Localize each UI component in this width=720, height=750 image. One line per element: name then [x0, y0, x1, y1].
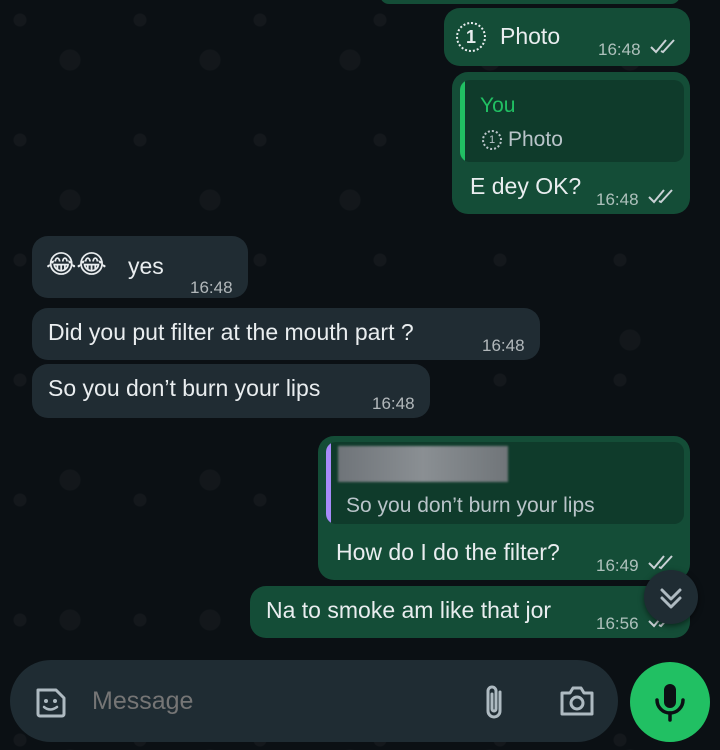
double-check-icon	[648, 555, 673, 570]
message-time: 16:48	[596, 190, 639, 209]
message-time: 16:49	[596, 556, 639, 575]
blurred-author	[338, 446, 508, 482]
emoji-laughing: 😂😂	[46, 249, 107, 279]
message-bubble-photo[interactable]: 1 Photo 16:48	[444, 8, 690, 66]
message-time: 16:48	[482, 336, 525, 355]
quoted-message[interactable]: You 1 Photo	[460, 80, 684, 162]
double-check-icon	[648, 189, 673, 204]
quote-bar	[326, 442, 331, 524]
message-bubble-outgoing[interactable]: Na to smoke am like that jor 16:56	[250, 586, 690, 638]
message-text: E dey OK?	[470, 173, 582, 199]
message-composer[interactable]	[10, 660, 618, 742]
scroll-down-icon	[660, 588, 682, 609]
quoted-message[interactable]: So you don’t burn your lips	[326, 442, 684, 524]
message-time: 16:48	[598, 40, 641, 59]
double-check-icon	[650, 39, 675, 54]
quote-text: So you don’t burn your lips	[346, 494, 595, 517]
message-bubble-incoming[interactable]: 😂😂 yes 16:48	[32, 236, 248, 298]
quote-author: You	[480, 94, 516, 117]
message-bubble-incoming[interactable]: So you don’t burn your lips 16:48	[32, 364, 430, 418]
voice-record-button[interactable]	[630, 662, 710, 742]
previous-message-bubble[interactable]	[380, 0, 680, 4]
message-text: yes	[128, 253, 164, 279]
message-bubble-reply[interactable]: So you don’t burn your lips How do I do …	[318, 436, 690, 580]
sticker-icon[interactable]	[32, 684, 68, 720]
attach-icon[interactable]	[480, 682, 510, 722]
message-text: How do I do the filter?	[336, 539, 560, 565]
quote-bar	[460, 80, 465, 162]
message-bubble-incoming[interactable]: Did you put filter at the mouth part ? 1…	[32, 308, 540, 360]
message-input[interactable]	[90, 680, 454, 722]
message-time: 16:48	[190, 278, 233, 297]
message-text: Photo	[500, 23, 561, 49]
view-once-icon[interactable]: 1	[456, 22, 486, 52]
message-bubble-reply[interactable]: You 1 Photo E dey OK? 16:48	[452, 72, 690, 214]
message-text: Na to smoke am like that jor	[266, 597, 552, 623]
scroll-down-button[interactable]	[644, 570, 698, 624]
message-text: Did you put filter at the mouth part ?	[48, 319, 414, 345]
message-text: So you don’t burn your lips	[48, 375, 321, 401]
mic-icon	[655, 684, 685, 722]
camera-icon[interactable]	[558, 684, 596, 718]
quote-text: Photo	[508, 128, 563, 151]
message-time: 16:56	[596, 614, 639, 633]
view-once-icon: 1	[482, 130, 502, 150]
message-time: 16:48	[372, 394, 415, 413]
